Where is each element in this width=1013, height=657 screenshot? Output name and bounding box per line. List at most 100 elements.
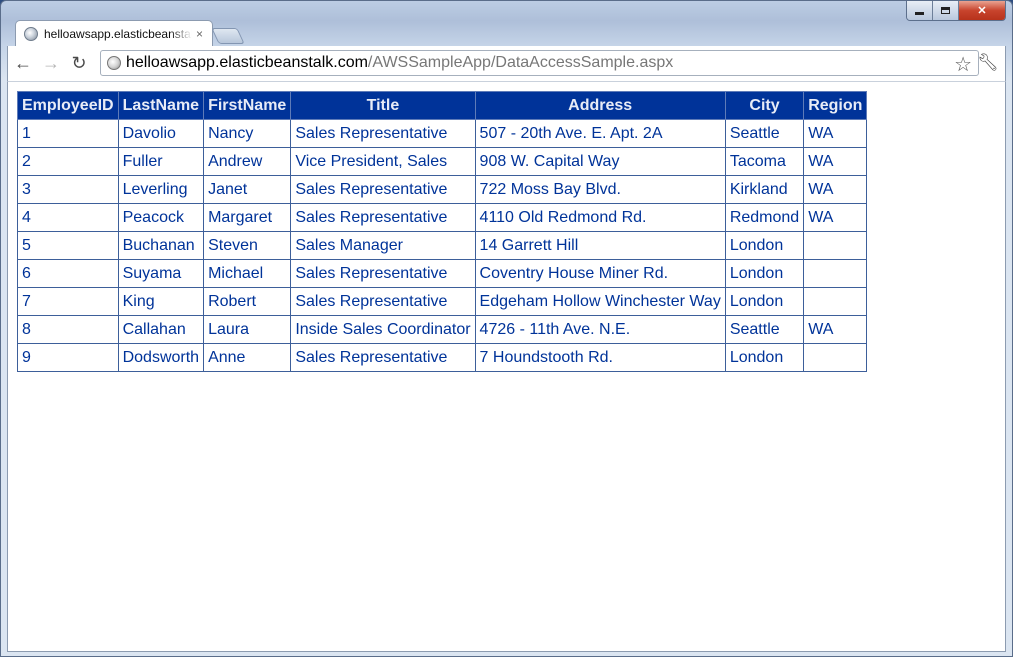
table-cell-lastname: King [117, 287, 205, 316]
table-cell-firstname: Robert [203, 287, 292, 316]
table-cell-employeeid: 6 [17, 259, 119, 288]
table-cell-address: 507 - 20th Ave. E. Apt. 2A [474, 119, 726, 148]
maximize-icon [941, 7, 950, 14]
table-cell-lastname: Peacock [117, 203, 205, 232]
browser-tab[interactable]: helloawsapp.elasticbeanstalk.com/AWSSamp… [15, 20, 213, 47]
table-cell-employeeid: 8 [17, 315, 119, 344]
window-controls: ✕ [906, 1, 1006, 21]
table-cell-employeeid: 7 [17, 287, 119, 316]
new-tab-button[interactable] [211, 28, 245, 44]
table-row: 4 Peacock Margaret Sales Representative 4110… [17, 203, 868, 232]
table-cell-region [803, 231, 868, 260]
table-cell-city: Tacoma [724, 147, 805, 176]
table-cell-lastname: Leverling [117, 175, 205, 204]
page-info-icon[interactable] [107, 56, 121, 70]
table-cell-firstname: Andrew [203, 147, 292, 176]
table-cell-employeeid: 2 [17, 147, 119, 176]
browser-toolbar: ← → ↻ helloawsapp.elasticbeanstalk.com/A… [7, 46, 1006, 81]
table-cell-city: Seattle [724, 315, 805, 344]
table-cell-region [803, 287, 868, 316]
table-cell-employeeid: 4 [17, 203, 119, 232]
table-cell-title: Sales Representative [290, 119, 476, 148]
table-cell-address: 4726 - 11th Ave. N.E. [474, 315, 726, 344]
table-cell-address: 14 Garrett Hill [474, 231, 726, 260]
table-cell-title: Sales Representative [290, 287, 476, 316]
page-content: EmployeeID LastName FirstName Title Address C… [7, 81, 1006, 652]
table-cell-city: London [724, 231, 805, 260]
minimize-button[interactable] [907, 1, 933, 20]
table-cell-address: 4110 Old Redmond Rd. [474, 203, 726, 232]
table-cell-employeeid: 5 [17, 231, 119, 260]
table-cell-title: Sales Representative [290, 175, 476, 204]
url-path: /AWSSampleApp/DataAccessSample.aspx [367, 54, 674, 71]
table-cell-firstname: Anne [203, 343, 292, 372]
table-row: 3 Leverling Janet Sales Representative 722 M… [17, 175, 868, 204]
wrench-icon[interactable]: 🔧︎ [977, 52, 999, 74]
table-cell-region: WA [803, 315, 868, 344]
table-row: 7 King Robert Sales Representative Edgeham H… [17, 287, 868, 316]
table-cell-firstname: Michael [203, 259, 292, 288]
table-cell-city: Seattle [724, 119, 805, 148]
table-cell-address: 7 Houndstooth Rd. [474, 343, 726, 372]
column-header-address: Address [474, 91, 726, 120]
table-cell-lastname: Callahan [117, 315, 205, 344]
table-cell-address: Coventry House Miner Rd. [474, 259, 726, 288]
table-cell-city: London [724, 259, 805, 288]
table-cell-region: WA [803, 119, 868, 148]
close-icon: ✕ [977, 5, 987, 17]
table-header-row: EmployeeID LastName FirstName Title Address C… [17, 91, 868, 120]
table-cell-firstname: Steven [203, 231, 292, 260]
table-cell-lastname: Davolio [117, 119, 205, 148]
table-cell-lastname: Buchanan [117, 231, 205, 260]
table-row: 6 Suyama Michael Sales Representative Covent… [17, 259, 868, 288]
table-cell-firstname: Janet [203, 175, 292, 204]
back-arrow-icon[interactable]: ← [10, 51, 36, 77]
table-cell-city: London [724, 343, 805, 372]
reload-icon[interactable]: ↻ [66, 51, 92, 77]
table-cell-employeeid: 9 [17, 343, 119, 372]
globe-icon [24, 27, 38, 41]
table-cell-title: Sales Manager [290, 231, 476, 260]
maximize-button[interactable] [933, 1, 959, 20]
column-header-city: City [724, 91, 805, 120]
tab-close-icon[interactable]: × [196, 27, 203, 41]
table-cell-title: Sales Representative [290, 203, 476, 232]
tab-title: helloawsapp.elasticbeanstalk.com/AWSSamp… [44, 27, 192, 41]
column-header-lastname: LastName [117, 91, 205, 120]
table-cell-firstname: Margaret [203, 203, 292, 232]
table-row: 1 Davolio Nancy Sales Representative 507 - 2… [17, 119, 868, 148]
employee-table: EmployeeID LastName FirstName Title Address C… [17, 91, 868, 372]
table-row: 9 Dodsworth Anne Sales Representative 7 Houn… [17, 343, 868, 372]
browser-window: ✕ helloawsapp.elasticbeanstalk.com/AWSSa… [0, 0, 1013, 657]
table-row: 2 Fuller Andrew Vice President, Sales 908 W.… [17, 147, 868, 176]
table-cell-employeeid: 1 [17, 119, 119, 148]
url-host: helloawsapp.elasticbeanstalk.com [126, 54, 368, 71]
table-cell-employeeid: 3 [17, 175, 119, 204]
table-cell-city: London [724, 287, 805, 316]
table-cell-city: Kirkland [724, 175, 805, 204]
column-header-title: Title [290, 91, 476, 120]
table-row: 8 Callahan Laura Inside Sales Coordinator 47… [17, 315, 868, 344]
table-cell-lastname: Fuller [117, 147, 205, 176]
table-cell-title: Sales Representative [290, 343, 476, 372]
table-cell-region: WA [803, 147, 868, 176]
table-cell-region: WA [803, 203, 868, 232]
table-cell-lastname: Suyama [117, 259, 205, 288]
table-cell-region [803, 259, 868, 288]
close-window-button[interactable]: ✕ [959, 1, 1005, 20]
address-bar[interactable]: helloawsapp.elasticbeanstalk.com/AWSSamp… [100, 50, 979, 76]
table-cell-region [803, 343, 868, 372]
forward-arrow-icon[interactable]: → [38, 51, 64, 77]
minimize-icon [915, 12, 924, 15]
table-cell-lastname: Dodsworth [117, 343, 205, 372]
table-cell-address: 908 W. Capital Way [474, 147, 726, 176]
table-cell-firstname: Laura [203, 315, 292, 344]
star-icon[interactable]: ☆ [954, 52, 972, 77]
table-cell-region: WA [803, 175, 868, 204]
table-cell-title: Sales Representative [290, 259, 476, 288]
table-cell-firstname: Nancy [203, 119, 292, 148]
table-cell-city: Redmond [724, 203, 805, 232]
column-header-region: Region [803, 91, 868, 120]
column-header-firstname: FirstName [203, 91, 292, 120]
table-row: 5 Buchanan Steven Sales Manager 14 Garrett H… [17, 231, 868, 260]
